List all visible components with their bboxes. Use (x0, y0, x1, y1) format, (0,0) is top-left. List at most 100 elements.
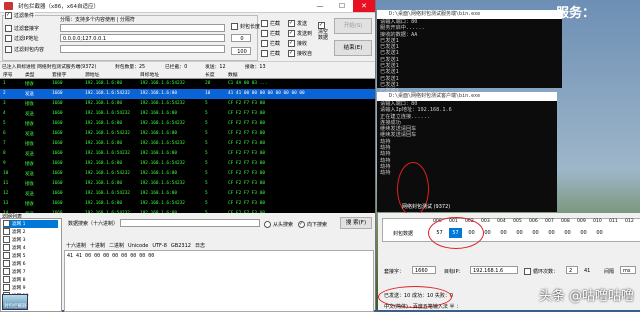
table-row[interactable]: 11 接收 1660 192.168.1.6:80 192.168.1.6:54232 5… (0, 179, 375, 189)
target-ip-input[interactable]: 192.168.1.6 (470, 266, 518, 274)
col-header-type[interactable]: 类型 (25, 71, 35, 78)
filter-item-checkbox[interactable] (3, 228, 10, 235)
cell-sock: 1660 (52, 181, 63, 186)
server-console-window[interactable]: D:\桌面\网络封包测试服务端\bin.exe 请输入端口：80 服务开启中...… (377, 10, 562, 94)
table-row[interactable]: 13 接收 1660 192.168.1.6:80 192.168.1.6:54232 5… (0, 199, 375, 209)
option-intercept-4[interactable]: 拦截 (261, 50, 280, 57)
filter-item-checkbox[interactable] (3, 220, 10, 227)
filter-list-item[interactable]: 滤网 2 (3, 228, 26, 236)
filter-list-item[interactable]: 滤网 7 (3, 268, 26, 276)
grid-cell[interactable]: 00 (545, 228, 558, 238)
loop-count-checkbox[interactable]: 循环次数： (524, 268, 558, 275)
option-send[interactable]: 发送 (288, 20, 307, 27)
option-intercept[interactable]: 拦截 (261, 20, 280, 27)
table-row[interactable]: 5 接收 1660 192.168.1.6:80 192.168.1.6:54232 5 C… (0, 119, 375, 129)
option-send-to[interactable]: 发送到 (288, 30, 312, 37)
table-row[interactable]: 4 发送 1660 192.168.1.6:54232 192.168.1.6:80 5 C… (0, 109, 375, 119)
close-button[interactable]: ✕ (353, 0, 375, 12)
filter-content-input[interactable] (60, 45, 225, 53)
minimize-button[interactable]: — (309, 0, 331, 12)
loop-count-input[interactable]: 2 (566, 266, 578, 274)
grid-cell[interactable]: 00 (513, 228, 526, 238)
search-input[interactable] (120, 219, 260, 227)
option-clear-data[interactable]: 清空数据 (318, 22, 328, 41)
col-header-source[interactable]: 源地址 (85, 71, 99, 78)
end-button[interactable]: 结束(E) (334, 40, 372, 56)
filter-socket-checkbox[interactable]: 过滤套接字 (5, 25, 39, 32)
cell-type: 发送 (25, 92, 34, 97)
col-header-index[interactable]: 序号 (3, 71, 13, 78)
filter-item-checkbox[interactable] (3, 236, 10, 243)
cell-len: 5 (205, 121, 208, 126)
filter-content-checkbox[interactable]: 过滤封包内容 (5, 46, 44, 53)
filter-address-checkbox[interactable]: 过滤IP地址 (5, 35, 39, 42)
filter-list-item[interactable]: 滤网 5 (3, 252, 26, 260)
filter-item-checkbox[interactable] (3, 268, 10, 275)
col-header-length[interactable]: 长度 (205, 71, 215, 78)
filter-socket-input[interactable] (60, 24, 225, 32)
filter-item-checkbox[interactable] (3, 284, 10, 291)
socket-input[interactable]: 1660 (412, 266, 436, 274)
cell-src: 192.168.1.6:80 (85, 201, 123, 206)
table-row[interactable]: 9 接收 1660 192.168.1.6:80 192.168.1.6:54232 5 C… (0, 159, 375, 169)
col-header-data[interactable]: 数据 (228, 71, 238, 78)
maximize-button[interactable]: ☐ (331, 0, 353, 12)
table-row[interactable]: 3 接收 1660 192.168.1.6:80 192.168.1.6:54232 5 C… (0, 99, 375, 109)
grid-cell[interactable]: 00 (593, 228, 606, 238)
grid-cell[interactable]: 00 (497, 228, 510, 238)
table-row[interactable]: 1 接收 1660 192.168.1.6:80 192.168.1.6:54232 20… (0, 79, 375, 89)
filter-item-checkbox[interactable] (3, 244, 10, 251)
option-recv[interactable]: 接收 (288, 40, 307, 47)
filter-list-item[interactable]: 滤网 1 (3, 220, 58, 228)
filter-list-item[interactable]: 滤网 9 (3, 284, 26, 292)
table-row[interactable]: 7 接收 1660 192.168.1.6:80 192.168.1.6:54232 5 C… (0, 139, 375, 149)
table-row[interactable]: 8 发送 1660 192.168.1.6:54232 192.168.1.6:80 5 C… (0, 149, 375, 159)
tab-hex[interactable]: 十六进制 (66, 243, 86, 249)
table-row[interactable]: 6 发送 1660 192.168.1.6:54232 192.168.1.6:80 5 C… (0, 129, 375, 139)
packet-length-checkbox[interactable]: 封包长度 (231, 23, 260, 30)
option-recv-from[interactable]: 接收自 (288, 50, 312, 57)
tab-unicode[interactable]: Unicode (128, 243, 148, 249)
table-row[interactable]: 10 发送 1660 192.168.1.6:54232 192.168.1.6:80 5… (0, 169, 375, 179)
filter-address-input[interactable]: 0.0.0.0;127.0.0.1 (60, 34, 225, 42)
start-button[interactable]: 开始(S) (334, 18, 372, 34)
col-header-target[interactable]: 目标地址 (140, 71, 159, 78)
option-intercept-3[interactable]: 拦截 (261, 40, 280, 47)
tab-binary[interactable]: 二进制 (109, 243, 124, 249)
filter-list-item[interactable]: 滤网 8 (3, 276, 26, 284)
hex-view[interactable]: 41 41 00 00 00 00 00 00 00 00 (64, 250, 374, 312)
search-button[interactable]: 搜 索(F) (340, 217, 372, 229)
table-row[interactable]: 2 发送 1660 192.168.1.6:54232 192.168.1.6:80 10… (0, 89, 375, 99)
tab-decimal[interactable]: 十进制 (90, 243, 105, 249)
filter-item-checkbox[interactable] (3, 260, 10, 267)
cell-n: 10 (3, 171, 9, 176)
packet-length-min[interactable]: 0 (231, 34, 251, 42)
col-header-socket[interactable]: 套接字 (52, 71, 66, 78)
cell-len: 5 (205, 201, 208, 206)
tab-utf8[interactable]: UTF-8 (152, 243, 167, 249)
option-intercept-2[interactable]: 拦截 (261, 30, 280, 37)
grid-cell[interactable]: 00 (561, 228, 574, 238)
cell-src: 192.168.1.6:54232 (85, 131, 130, 136)
search-from-start-radio[interactable]: 从头搜索 (264, 221, 293, 228)
cell-n: 7 (3, 141, 6, 146)
delay-ms-input[interactable]: ms (620, 266, 636, 274)
grid-cell[interactable]: 00 (529, 228, 542, 238)
search-down-radio[interactable]: 向下搜索 (298, 221, 327, 228)
filter-list-item[interactable]: 滤网 4 (3, 244, 26, 252)
grid-cell[interactable]: 00 (577, 228, 590, 238)
cell-dst: 192.168.1.6:54232 (140, 101, 185, 106)
cell-type: 发送 (25, 152, 34, 157)
packet-length-max[interactable]: 100 (231, 47, 251, 55)
cell-n: 9 (3, 161, 6, 166)
filter-list-item[interactable]: 滤网 6 (3, 260, 26, 268)
filter-group-label[interactable]: 过滤条件 (4, 12, 36, 19)
tab-gb2312[interactable]: GB2312 (171, 243, 191, 249)
view-tabs: 十六进制 十进制 二进制 Unicode UTF-8 GB2312 日志 (66, 242, 209, 249)
tab-log[interactable]: 日志 (195, 243, 205, 249)
filter-list-item[interactable]: 滤网 3 (3, 236, 26, 244)
table-row[interactable]: 12 发送 1660 192.168.1.6:54232 192.168.1.6:80 5… (0, 189, 375, 199)
watermark: 头条 @咕噜咕噜 (538, 289, 634, 304)
filter-item-checkbox[interactable] (3, 276, 10, 283)
filter-item-checkbox[interactable] (3, 252, 10, 259)
